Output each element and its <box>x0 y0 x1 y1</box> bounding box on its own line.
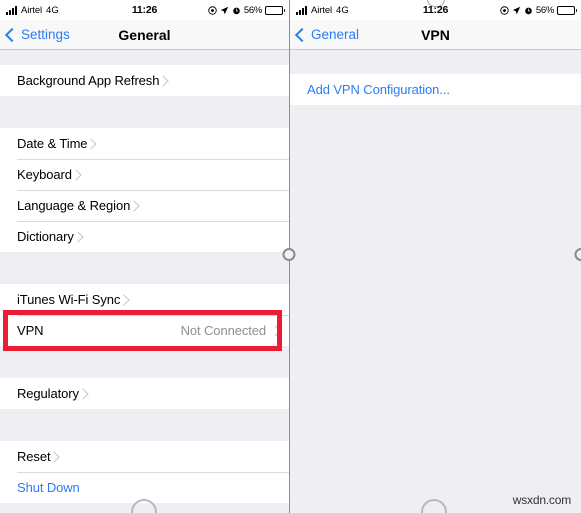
row-regulatory[interactable]: Regulatory <box>0 378 289 409</box>
row-background-app-refresh[interactable]: Background App Refresh <box>0 65 289 96</box>
row-label: Reset <box>17 449 51 464</box>
chevron-right-icon <box>157 74 170 87</box>
section-gap <box>0 50 289 65</box>
row-label: Language & Region <box>17 198 131 213</box>
do-not-disturb-icon <box>208 5 217 15</box>
status-bar-right-group: 56% <box>208 4 285 16</box>
row-label: Background App Refresh <box>17 73 160 88</box>
row-label: Dictionary <box>17 229 74 244</box>
alarm-clock-icon <box>232 6 241 15</box>
section-gap <box>290 50 581 74</box>
notch-indicator <box>426 0 445 7</box>
settings-group-2: Date & Time Keyboard Language & Region D… <box>0 128 289 252</box>
row-label: Date & Time <box>17 136 88 151</box>
chevron-right-icon <box>85 137 98 150</box>
alarm-clock-icon <box>524 6 533 15</box>
row-itunes-wifi-sync[interactable]: iTunes Wi-Fi Sync <box>0 284 289 315</box>
location-arrow-icon <box>220 6 229 15</box>
row-dictionary[interactable]: Dictionary <box>0 221 289 252</box>
chevron-right-icon <box>70 168 82 181</box>
settings-list-general: Background App Refresh Date & Time Keybo… <box>0 50 289 513</box>
status-bar-left-group: Airtel 4G <box>6 5 59 16</box>
nav-bar-left: Settings General <box>0 20 289 50</box>
chevron-left-icon <box>4 27 20 42</box>
row-label: Add VPN Configuration... <box>307 82 450 97</box>
battery-icon <box>557 5 577 15</box>
row-date-time[interactable]: Date & Time <box>0 128 289 159</box>
back-button-general[interactable]: General <box>290 27 359 42</box>
section-gap <box>0 346 289 378</box>
chevron-right-icon <box>48 450 61 463</box>
section-gap <box>290 105 581 485</box>
row-label: Regulatory <box>17 386 79 401</box>
section-gap <box>0 96 289 128</box>
battery-percent-label: 56% <box>243 4 262 16</box>
signal-strength-icon <box>6 5 17 15</box>
row-vpn[interactable]: VPN Not Connected <box>0 315 289 346</box>
carrier-label: Airtel <box>21 4 43 16</box>
settings-group-1: Background App Refresh <box>0 65 289 96</box>
settings-group-5: Reset Shut Down <box>0 441 289 503</box>
signal-strength-icon <box>296 5 307 15</box>
row-reset[interactable]: Reset <box>0 441 289 472</box>
battery-percent-label: 56% <box>535 4 554 16</box>
panel-splitter-handle-right[interactable] <box>574 248 581 261</box>
settings-group-3: iTunes Wi-Fi Sync VPN Not Connected <box>0 284 289 351</box>
chevron-right-icon <box>269 324 281 337</box>
back-button-settings[interactable]: Settings <box>0 27 70 42</box>
vpn-status-value: Not Connected <box>180 323 267 338</box>
location-arrow-icon <box>512 6 521 15</box>
status-bar-right: Airtel 4G 11:26 56% <box>290 0 581 20</box>
left-phone-screen: Airtel 4G 11:26 56% Settings General Bac… <box>0 0 290 513</box>
row-keyboard[interactable]: Keyboard <box>0 159 289 190</box>
settings-group-4: Regulatory <box>0 378 289 409</box>
status-bar-left-group: Airtel 4G <box>296 5 349 16</box>
section-gap <box>0 252 289 284</box>
row-label: Shut Down <box>17 480 80 495</box>
row-label: Keyboard <box>17 167 72 182</box>
vpn-group-1: Add VPN Configuration... <box>290 74 581 105</box>
back-button-label: Settings <box>21 27 70 42</box>
network-type-label: 4G <box>336 4 349 16</box>
row-language-region[interactable]: Language & Region <box>0 190 289 221</box>
back-button-label: General <box>311 27 360 42</box>
vpn-list: Add VPN Configuration... <box>290 50 581 513</box>
status-bar-left: Airtel 4G 11:26 56% <box>0 0 289 20</box>
panel-splitter-handle[interactable] <box>282 248 296 261</box>
row-label: VPN <box>17 323 44 338</box>
watermark: wsxdn.com <box>512 493 571 507</box>
row-add-vpn-configuration[interactable]: Add VPN Configuration... <box>290 74 581 105</box>
carrier-label: Airtel <box>311 4 333 16</box>
right-phone-screen: Airtel 4G 11:26 56% General VPN Add VPN … <box>290 0 581 513</box>
battery-icon <box>265 5 285 15</box>
do-not-disturb-icon <box>500 5 509 15</box>
section-gap <box>0 409 289 441</box>
nav-bar-right: General VPN <box>290 20 581 50</box>
row-label: iTunes Wi-Fi Sync <box>17 292 121 307</box>
network-type-label: 4G <box>46 4 59 16</box>
chevron-left-icon <box>294 27 310 42</box>
status-bar-right-group: 56% <box>500 4 577 16</box>
chevron-right-icon <box>118 293 130 306</box>
chevron-right-icon <box>128 199 140 212</box>
dual-screenshot-container: Airtel 4G 11:26 56% Settings General Bac… <box>0 0 581 513</box>
